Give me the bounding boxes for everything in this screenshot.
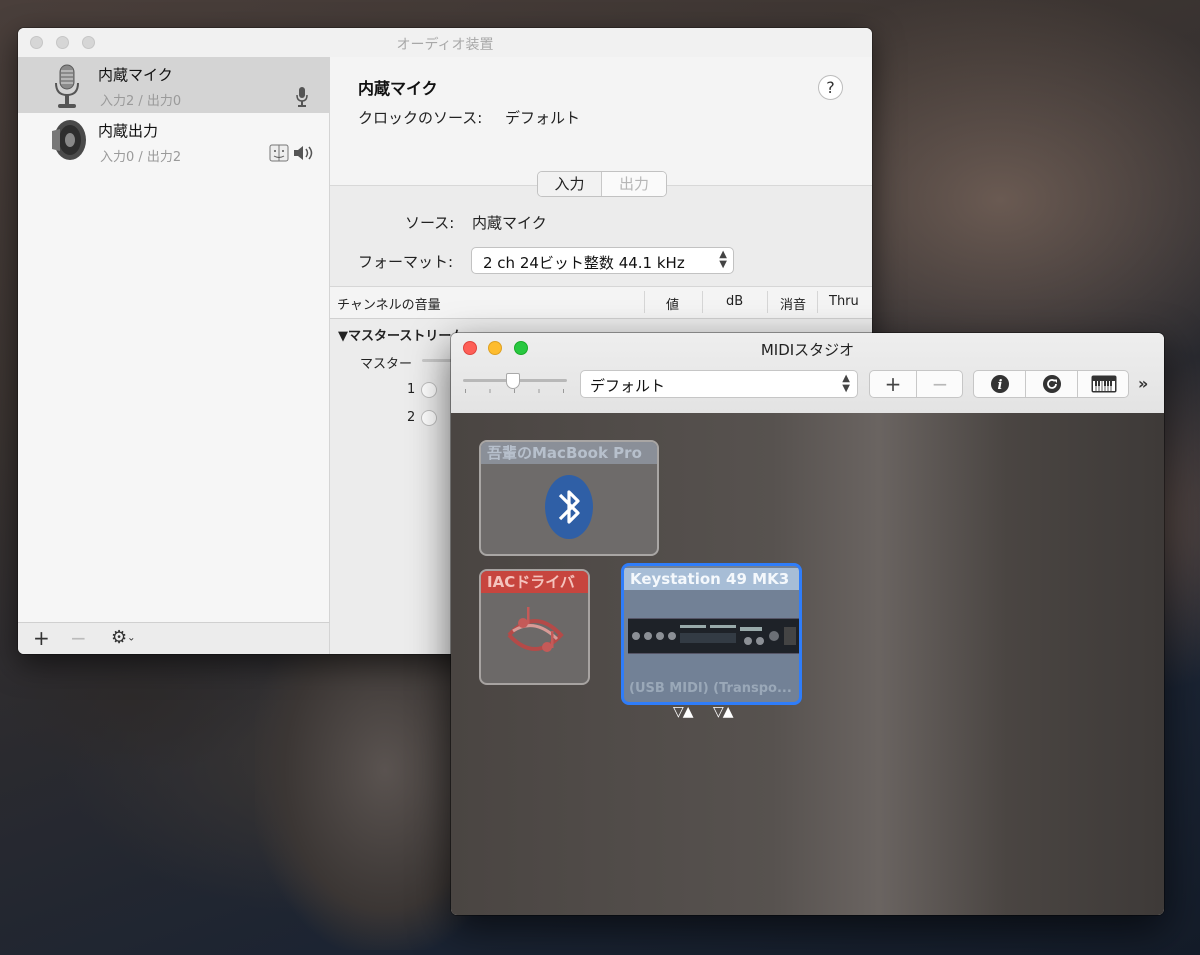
slider-knob[interactable] [421, 410, 437, 426]
midi-studio-window: MIDIスタジオ デフォルト ▲ ▼ + − i » 吾輩のMacBook Pr… [451, 333, 1164, 915]
slider-knob[interactable] [506, 373, 520, 389]
channel-label-2: 2 [407, 410, 416, 425]
chevron-down-icon: ⌄ [127, 632, 136, 644]
column-header-db: dB [726, 294, 744, 309]
rescan-icon[interactable] [1026, 371, 1077, 397]
input-output-segmented-control: 入力 出力 [537, 171, 667, 197]
wallpaper-rock [0, 650, 260, 770]
title-bar[interactable]: オーディオ装置 [18, 28, 872, 58]
window-title: MIDIスタジオ [760, 341, 855, 359]
clock-source-value[interactable]: デフォルト [505, 107, 580, 128]
toolbar-overflow-button[interactable]: » [1138, 374, 1148, 393]
microphone-icon [48, 63, 86, 108]
device-list: 内蔵マイク 入力2 / 出力0 内蔵出力 入力0 / 出力2 [18, 57, 330, 622]
format-label: フォーマット: [358, 253, 454, 271]
stepper-arrows-icon: ▲ ▼ [719, 249, 727, 270]
iac-driver-icon [499, 601, 571, 677]
device-actions-group: i [973, 370, 1129, 398]
column-header-mute: 消音 [780, 298, 807, 313]
gear-icon[interactable]: ⚙⌄ [111, 627, 136, 648]
device-name: 内蔵出力 [98, 122, 159, 140]
column-header-thru: Thru [829, 294, 859, 309]
device-name: 内蔵マイク [98, 66, 173, 84]
finder-icon [269, 144, 289, 166]
source-value: 内蔵マイク [472, 214, 547, 232]
title-bar-toolbar[interactable]: MIDIスタジオ デフォルト ▲ ▼ + − i » [451, 333, 1164, 414]
device-title: 内蔵マイク [358, 79, 438, 98]
configuration-value: デフォルト [590, 377, 666, 395]
midi-device-bluetooth[interactable]: 吾輩のMacBook Pro [479, 440, 659, 556]
keyboard-icon[interactable] [1078, 371, 1128, 397]
stepper-arrows-icon: ▲ ▼ [842, 373, 850, 394]
source-label: ソース: [405, 214, 455, 232]
midi-device-iac-driver[interactable]: IACドライバ [479, 569, 590, 685]
bluetooth-icon [543, 474, 595, 544]
format-value: 2 ch 24ビット整数 44.1 kHz [483, 254, 685, 272]
device-row-builtin-output[interactable]: 内蔵出力 入力0 / 出力2 [18, 113, 329, 169]
device-label: Keystation 49 MK3 [624, 568, 799, 590]
configuration-select[interactable]: デフォルト ▲ ▼ [580, 370, 858, 398]
window-title: オーディオ装置 [396, 37, 494, 53]
master-stream-disclosure[interactable]: ▼マスターストリーム [338, 325, 464, 344]
tab-output[interactable]: 出力 [602, 172, 666, 196]
midi-device-canvas[interactable]: 吾輩のMacBook Pro IACドライバ Keystation 49 MK3 [451, 413, 1164, 915]
midi-port-1[interactable]: ▽▲ [673, 704, 694, 720]
slider-ticks [465, 389, 565, 393]
add-device-button[interactable]: + [870, 371, 916, 397]
column-header-value: 値 [666, 298, 680, 313]
device-sublabel: (USB MIDI) (Transpo... [629, 681, 792, 696]
info-icon[interactable]: i [974, 371, 1025, 397]
channel-label-master: マスター [360, 357, 413, 372]
svg-text:i: i [997, 378, 1002, 393]
add-remove-group: + − [869, 370, 963, 398]
remove-device-button[interactable]: − [917, 371, 962, 397]
help-button[interactable]: ? [818, 75, 843, 100]
midi-port-2[interactable]: ▽▲ [713, 704, 734, 720]
input-mic-icon [296, 87, 308, 111]
channel-label-1: 1 [407, 382, 416, 397]
tab-input[interactable]: 入力 [538, 172, 602, 196]
device-io-count: 入力2 / 出力0 [100, 94, 182, 109]
device-label: 吾輩のMacBook Pro [481, 442, 657, 464]
format-select[interactable]: 2 ch 24ビット整数 44.1 kHz ▲ ▼ [471, 247, 734, 274]
volume-table-header: チャンネルの音量 値 dB 消音 Thru [330, 286, 872, 319]
device-io-count: 入力0 / 出力2 [100, 150, 182, 165]
midi-device-keystation[interactable]: Keystation 49 MK3 (USB MIDI) (Transpo... [621, 563, 802, 705]
slider-knob[interactable] [421, 382, 437, 398]
device-row-builtin-mic[interactable]: 内蔵マイク 入力2 / 出力0 [18, 57, 329, 113]
output-speaker-icon [293, 144, 315, 166]
add-device-button[interactable]: + [33, 626, 50, 650]
speaker-icon [48, 117, 86, 161]
midi-interface-icon [628, 618, 799, 654]
device-label: IACドライバ [481, 571, 588, 593]
clock-source-label: クロックのソース: [358, 109, 483, 127]
device-list-toolbar: + − ⚙⌄ [18, 622, 330, 654]
column-header-channel-volume: チャンネルの音量 [337, 298, 441, 313]
remove-device-button[interactable]: − [70, 626, 87, 650]
